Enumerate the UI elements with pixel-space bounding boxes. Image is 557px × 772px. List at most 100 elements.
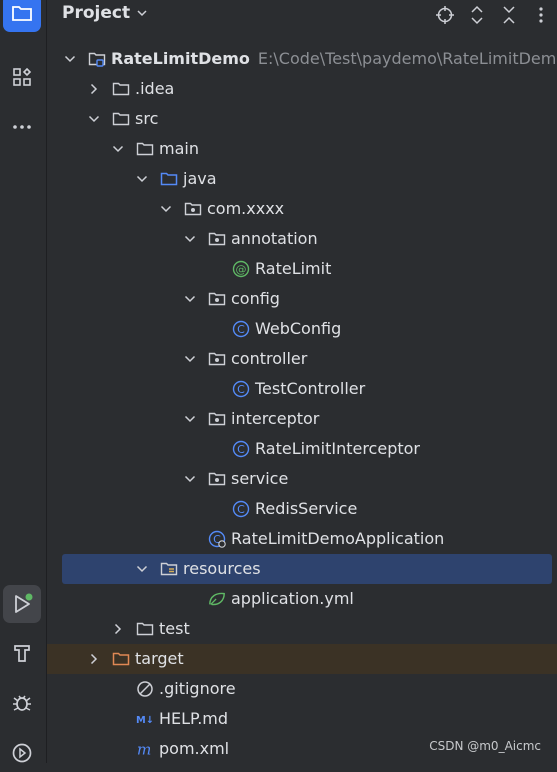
chevron-down-icon[interactable] xyxy=(182,231,198,247)
tree-row-redisservice[interactable]: C RedisService xyxy=(47,494,557,524)
chevron-down-icon[interactable] xyxy=(62,51,78,67)
tree-row-webconfig[interactable]: C WebConfig xyxy=(47,314,557,344)
expand-all-icon xyxy=(471,5,483,25)
chevron-right-icon[interactable] xyxy=(110,621,126,637)
tree-item-text: .gitignore xyxy=(159,679,236,698)
tree-item-label: RedisService xyxy=(255,499,358,518)
package-icon xyxy=(208,230,226,248)
svg-text:C: C xyxy=(237,443,245,456)
annotation-icon: @ xyxy=(232,260,250,278)
chevron-down-icon[interactable] xyxy=(134,561,150,577)
tree-row-help-md[interactable]: M↓ HELP.md xyxy=(47,704,557,734)
tree-item-text: interceptor xyxy=(231,409,319,428)
chevron-down-icon[interactable] xyxy=(86,111,102,127)
svg-text:m: m xyxy=(137,740,152,758)
more-icon xyxy=(13,125,31,129)
services-tool-button[interactable] xyxy=(3,734,41,772)
tree-item-label: WebConfig xyxy=(255,319,342,338)
chevron-down-icon[interactable] xyxy=(158,201,174,217)
folder-icon xyxy=(112,80,130,98)
tree-row-ratelimit[interactable]: @ RateLimit xyxy=(47,254,557,284)
svg-text:C: C xyxy=(237,383,245,396)
tree-item-label: RateLimitInterceptor xyxy=(255,439,420,458)
tree-row-target[interactable]: target xyxy=(47,644,557,674)
tree-item-label: controller xyxy=(231,349,308,368)
tree-item-label: pom.xml xyxy=(159,739,230,758)
debug-tool-button[interactable] xyxy=(3,684,41,722)
tree-row-testcontroller[interactable]: C TestController xyxy=(47,374,557,404)
tree-row-java[interactable]: java xyxy=(47,164,557,194)
options-menu-button[interactable] xyxy=(525,2,557,28)
tree-item-text: annotation xyxy=(231,229,318,248)
chevron-right-icon[interactable] xyxy=(86,651,102,667)
build-tool-button[interactable] xyxy=(3,634,41,672)
tree-item-text: com.xxxx xyxy=(207,199,284,218)
chevron-down-icon[interactable] xyxy=(134,171,150,187)
package-icon xyxy=(208,290,226,308)
tree-row-gitignore[interactable]: .gitignore xyxy=(47,674,557,704)
select-opened-file-button[interactable] xyxy=(429,2,461,28)
tree-row-service[interactable]: service xyxy=(47,464,557,494)
run-tool-button[interactable] xyxy=(3,585,41,623)
tree-row-application-yml[interactable]: application.yml xyxy=(47,584,557,614)
class-icon: C xyxy=(232,380,250,398)
tree-row-config[interactable]: config xyxy=(47,284,557,314)
project-tool-button[interactable] xyxy=(3,0,41,32)
tree-item-text: service xyxy=(231,469,288,488)
chevron-down-icon[interactable] xyxy=(182,291,198,307)
tree-row-com-xxxx[interactable]: com.xxxx xyxy=(47,194,557,224)
tree-row-src[interactable]: src xyxy=(47,104,557,134)
project-panel: Project RateLimitDemo E:\Code\Test\paydem… xyxy=(47,0,557,763)
svg-text:M↓: M↓ xyxy=(136,715,154,726)
chevron-down-icon[interactable] xyxy=(182,471,198,487)
ignore-file-icon xyxy=(136,680,154,698)
more-tools-button[interactable] xyxy=(3,108,41,146)
tree-item-label: .idea xyxy=(135,79,175,98)
tree-row-main[interactable]: main xyxy=(47,134,557,164)
watermark: CSDN @m0_Aicmc xyxy=(429,739,541,753)
svg-text:C: C xyxy=(237,323,245,336)
folder-icon xyxy=(136,140,154,158)
structure-tool-button[interactable] xyxy=(3,58,41,96)
collapse-all-button[interactable] xyxy=(493,2,525,28)
tree-row-ratelimitdemoapplication[interactable]: C RateLimitDemoApplication xyxy=(47,524,557,554)
tree-item-text: .idea xyxy=(135,79,174,98)
chevron-down-icon[interactable] xyxy=(110,141,126,157)
expand-all-button[interactable] xyxy=(461,2,493,28)
header-actions xyxy=(429,2,557,28)
tree-row-annotation[interactable]: annotation xyxy=(47,224,557,254)
package-icon xyxy=(208,410,226,428)
tree-item-text: RateLimitDemoApplication xyxy=(231,529,444,548)
tree-row-ratelimitinterceptor[interactable]: C RateLimitInterceptor xyxy=(47,434,557,464)
tree-item-label: TestController xyxy=(255,379,366,398)
tree-item-label: src xyxy=(135,109,159,128)
tree-item-text: TestController xyxy=(255,379,365,398)
tree-row-test[interactable]: test xyxy=(47,614,557,644)
tree-item-label: RateLimit xyxy=(255,259,332,278)
module-icon xyxy=(88,50,106,68)
tree-item-text: RateLimit xyxy=(255,259,331,278)
svg-text:C: C xyxy=(237,503,245,516)
project-view-selector[interactable]: Project xyxy=(62,3,148,23)
tree-row-resources[interactable]: resources xyxy=(62,554,552,584)
structure-icon xyxy=(13,67,32,86)
chevron-down-icon[interactable] xyxy=(182,411,198,427)
folder-icon xyxy=(112,110,130,128)
tree-item-label: RateLimitDemo xyxy=(111,49,250,68)
tree-row-controller[interactable]: controller xyxy=(47,344,557,374)
run-icon xyxy=(15,593,33,613)
tool-window-rail xyxy=(0,0,47,763)
chevron-down-icon[interactable] xyxy=(182,351,198,367)
package-icon xyxy=(184,200,202,218)
folder-icon xyxy=(12,6,32,21)
class-icon: C xyxy=(232,500,250,518)
yaml-spring-icon xyxy=(208,590,226,608)
tree-item-label: HELP.md xyxy=(159,709,229,728)
tree-item-label: interceptor xyxy=(231,409,320,428)
services-icon xyxy=(12,743,32,763)
chevron-right-icon[interactable] xyxy=(86,81,102,97)
tree-row-idea[interactable]: .idea xyxy=(47,74,557,104)
tree-row-ratelimitdemo[interactable]: RateLimitDemo E:\Code\Test\paydemo\RateLi… xyxy=(47,44,557,74)
package-icon xyxy=(208,470,226,488)
tree-row-interceptor[interactable]: interceptor xyxy=(47,404,557,434)
